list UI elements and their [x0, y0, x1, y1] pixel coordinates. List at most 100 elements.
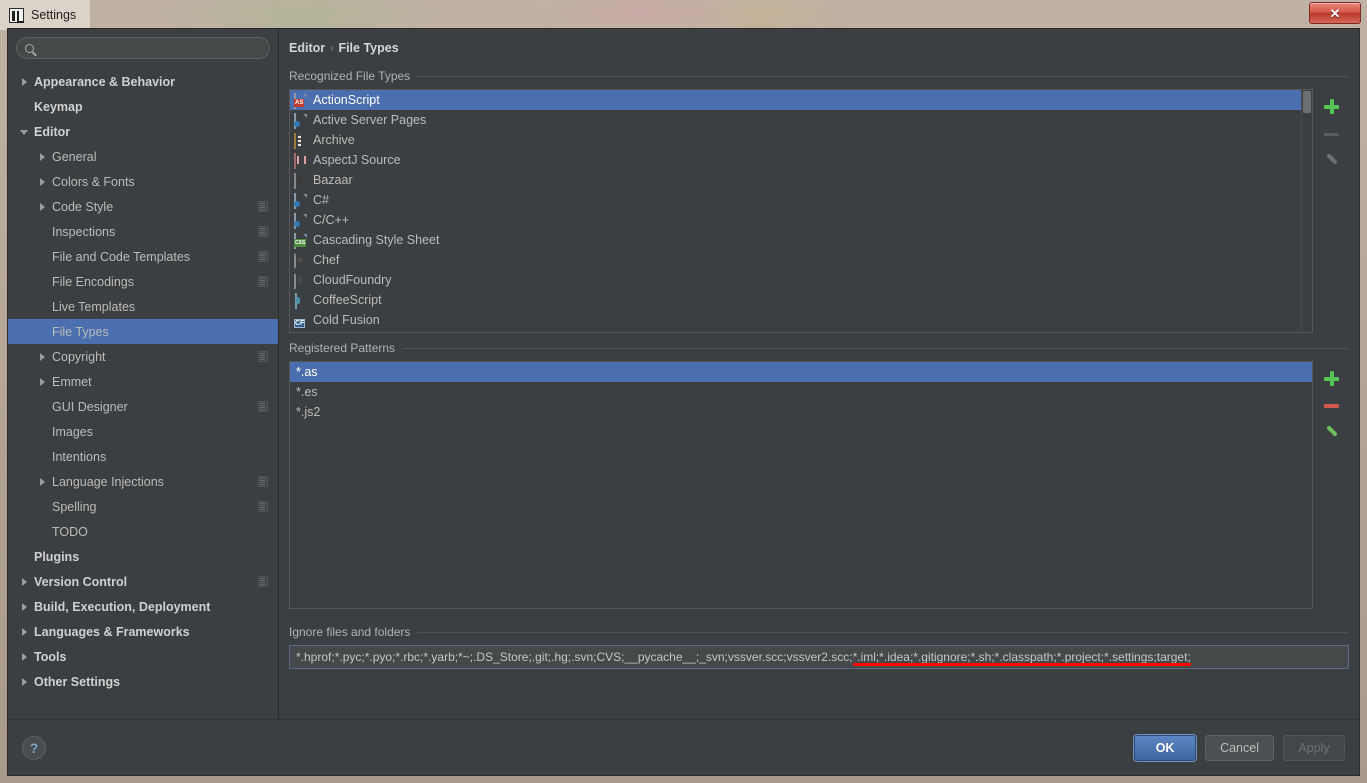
- sidebar-item-label: Other Settings: [34, 674, 121, 689]
- sidebar-item-emmet[interactable]: Emmet: [8, 369, 278, 394]
- sidebar-item-label: General: [52, 149, 97, 164]
- chevron-right-icon[interactable]: [36, 175, 49, 188]
- chevron-right-icon[interactable]: [18, 625, 31, 638]
- ok-button[interactable]: OK: [1134, 734, 1197, 761]
- edit-pattern-button[interactable]: [1318, 421, 1344, 447]
- sidebar-item-label: File Types: [52, 324, 109, 339]
- sidebar-item-plugins[interactable]: Plugins: [8, 544, 278, 569]
- sidebar-item-label: Tools: [34, 649, 67, 664]
- chevron-down-icon[interactable]: [18, 125, 31, 138]
- breadcrumb: Editor › File Types: [279, 29, 1359, 61]
- sidebar-item-build-execution-deployment[interactable]: Build, Execution, Deployment: [8, 594, 278, 619]
- chevron-right-icon[interactable]: [18, 75, 31, 88]
- file-type-row[interactable]: CF Cold Fusion: [290, 310, 1301, 330]
- search-input[interactable]: [40, 41, 261, 55]
- asp-file-icon: [294, 112, 307, 129]
- file-type-row[interactable]: Archive: [290, 130, 1301, 150]
- sidebar-item-label: Inspections: [52, 224, 116, 239]
- sidebar-item-editor[interactable]: Editor: [8, 119, 278, 144]
- settings-tree[interactable]: Appearance & Behavior Keymap Editor General…: [8, 65, 278, 719]
- chevron-right-icon[interactable]: [18, 650, 31, 663]
- chevron-right-icon[interactable]: [36, 475, 49, 488]
- sidebar-item-language-injections[interactable]: Language Injections: [8, 469, 278, 494]
- file-types-panel: Recognized File Types AS ActionScript Acti…: [279, 61, 1359, 719]
- recognized-list-scrollbar[interactable]: [1301, 90, 1312, 332]
- chevron-right-icon[interactable]: [36, 200, 49, 213]
- settings-content-pane: Editor › File Types Recognized File Type…: [279, 29, 1359, 719]
- file-type-label: Chef: [313, 253, 340, 267]
- sidebar-item-code-style[interactable]: Code Style: [8, 194, 278, 219]
- pattern-label: *.es: [296, 385, 318, 399]
- sidebar-item-colors-fonts[interactable]: Colors & Fonts: [8, 169, 278, 194]
- chevron-right-icon[interactable]: [36, 350, 49, 363]
- sidebar-item-live-templates[interactable]: Live Templates: [8, 294, 278, 319]
- file-type-row[interactable]: CoffeeScript: [290, 290, 1301, 310]
- sidebar-item-label: File Encodings: [52, 274, 134, 289]
- help-icon: ?: [29, 739, 39, 756]
- archive-file-icon: [294, 132, 307, 149]
- file-type-row[interactable]: CSS Cascading Style Sheet: [290, 230, 1301, 250]
- add-pattern-button[interactable]: [1318, 365, 1344, 391]
- recognized-file-types-title: Recognized File Types: [289, 69, 411, 83]
- recognized-file-types-toolbar: [1313, 89, 1349, 333]
- file-type-row[interactable]: CloudFoundry: [290, 270, 1301, 290]
- file-type-row[interactable]: AS ActionScript: [290, 90, 1301, 110]
- actionscript-file-icon: AS: [294, 92, 307, 109]
- registered-patterns-list[interactable]: *.as *.es *.js2: [289, 361, 1313, 609]
- chevron-right-icon[interactable]: [18, 600, 31, 613]
- sidebar-item-version-control[interactable]: Version Control: [8, 569, 278, 594]
- sidebar-item-intentions[interactable]: Intentions: [8, 444, 278, 469]
- registered-patterns-row: *.as *.es *.js2: [289, 361, 1349, 609]
- sidebar-item-images[interactable]: Images: [8, 419, 278, 444]
- file-type-label: Cold Fusion: [313, 313, 380, 327]
- file-type-row[interactable]: C/C++: [290, 210, 1301, 230]
- sidebar-item-other-settings[interactable]: Other Settings: [8, 669, 278, 694]
- plus-icon: [1323, 98, 1339, 114]
- chef-file-icon: [294, 252, 307, 269]
- file-type-row[interactable]: Bazaar: [290, 170, 1301, 190]
- aspectj-file-icon: [294, 152, 307, 169]
- ignore-files-input[interactable]: *.hprof;*.pyc;*.pyo;*.rbc;*.yarb;*~;.DS_…: [289, 645, 1349, 669]
- chevron-right-icon[interactable]: [36, 375, 49, 388]
- pattern-row[interactable]: *.es: [290, 382, 1312, 402]
- cancel-button[interactable]: Cancel: [1205, 734, 1274, 761]
- sidebar-item-keymap[interactable]: Keymap: [8, 94, 278, 119]
- project-settings-icon: [258, 401, 268, 412]
- search-box[interactable]: [16, 37, 270, 59]
- pattern-row[interactable]: *.as: [290, 362, 1312, 382]
- sidebar-item-file-and-code-templates[interactable]: File and Code Templates: [8, 244, 278, 269]
- file-type-row[interactable]: Chef: [290, 250, 1301, 270]
- chevron-right-icon[interactable]: [18, 575, 31, 588]
- add-file-type-button[interactable]: [1318, 93, 1344, 119]
- sidebar-item-languages-frameworks[interactable]: Languages & Frameworks: [8, 619, 278, 644]
- pattern-row[interactable]: *.js2: [290, 402, 1312, 422]
- sidebar-item-appearance-behavior[interactable]: Appearance & Behavior: [8, 69, 278, 94]
- sidebar-item-todo[interactable]: TODO: [8, 519, 278, 544]
- sidebar-item-copyright[interactable]: Copyright: [8, 344, 278, 369]
- chevron-right-icon[interactable]: [36, 150, 49, 163]
- sidebar-item-label: Language Injections: [52, 474, 164, 489]
- registered-patterns-header: Registered Patterns: [289, 341, 1349, 355]
- chevron-right-icon[interactable]: [18, 675, 31, 688]
- close-window-button[interactable]: ✕: [1309, 2, 1361, 24]
- file-type-row[interactable]: Active Server Pages: [290, 110, 1301, 130]
- remove-pattern-button[interactable]: [1318, 393, 1344, 419]
- file-type-row[interactable]: AspectJ Source: [290, 150, 1301, 170]
- sidebar-item-spelling[interactable]: Spelling: [8, 494, 278, 519]
- sidebar-item-file-types[interactable]: File Types: [8, 319, 278, 344]
- pattern-label: *.js2: [296, 405, 321, 419]
- help-button[interactable]: ?: [22, 735, 46, 760]
- scrollbar-thumb[interactable]: [1303, 91, 1311, 113]
- apply-button[interactable]: Apply: [1283, 734, 1345, 761]
- sidebar-item-tools[interactable]: Tools: [8, 644, 278, 669]
- file-type-row[interactable]: C#: [290, 190, 1301, 210]
- sidebar-item-gui-designer[interactable]: GUI Designer: [8, 394, 278, 419]
- sidebar-search-row: [8, 29, 278, 65]
- sidebar-item-general[interactable]: General: [8, 144, 278, 169]
- sidebar-item-inspections[interactable]: Inspections: [8, 219, 278, 244]
- breadcrumb-parent[interactable]: Editor: [289, 41, 325, 55]
- sidebar-item-file-encodings[interactable]: File Encodings: [8, 269, 278, 294]
- recognized-file-types-list[interactable]: AS ActionScript Active Server Pages Archive…: [289, 89, 1313, 333]
- registered-patterns-title: Registered Patterns: [289, 341, 396, 355]
